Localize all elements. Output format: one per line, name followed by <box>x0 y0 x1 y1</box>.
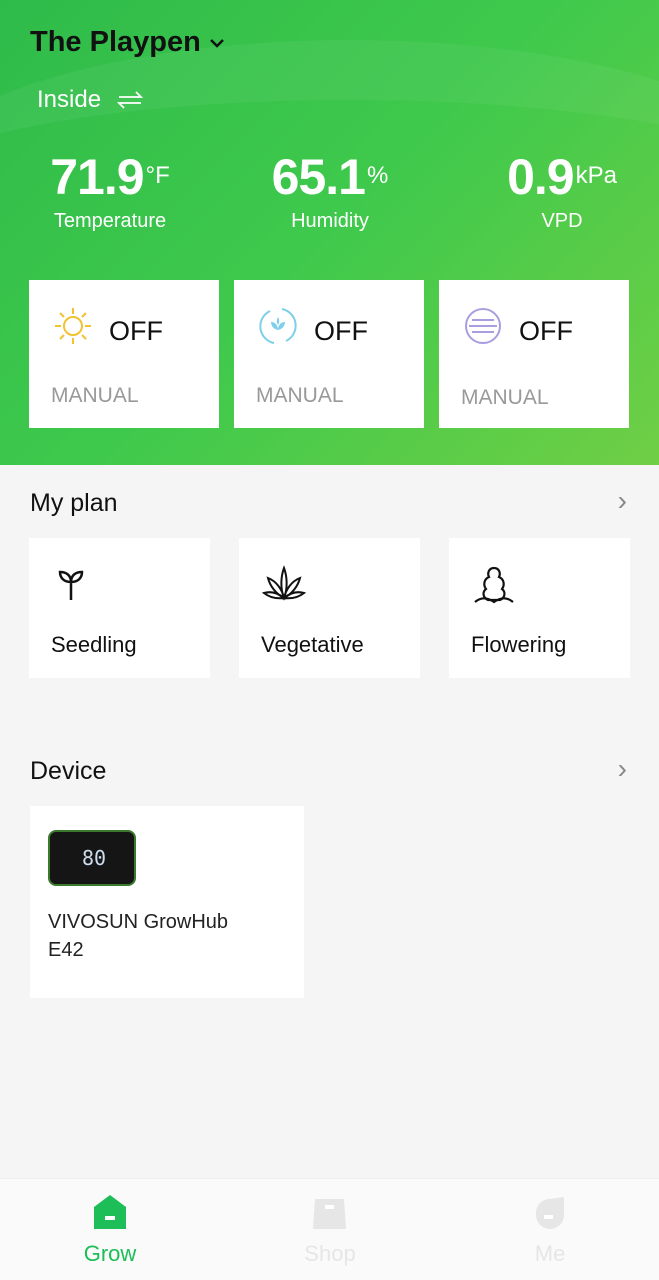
location-label: Inside <box>37 86 102 113</box>
device-section-title: Device <box>30 757 107 785</box>
my-plan-title: My plan <box>30 489 118 517</box>
greenhouse-icon <box>94 1195 126 1229</box>
chevron-down-icon <box>209 38 224 48</box>
plan-label: Seedling <box>51 632 137 657</box>
nav-label: Grow <box>83 1241 137 1266</box>
space-selector[interactable]: The Playpen <box>30 26 225 59</box>
bottom-nav: Grow Shop Me <box>0 1178 659 1280</box>
swap-arrows-icon <box>117 91 144 109</box>
vpd-unit: kPa <box>575 162 617 189</box>
fan-mode: MANUAL <box>461 386 549 409</box>
my-plan-chevron-right-icon[interactable]: › <box>618 485 627 517</box>
plan-label: Flowering <box>471 632 567 657</box>
cannabis-leaf-icon <box>261 565 307 601</box>
nav-grow[interactable]: Grow <box>50 1179 170 1279</box>
space-title: The Playpen <box>30 26 201 58</box>
environment-header: The Playpen Inside 71.9°F Temperature 65.… <box>0 0 659 465</box>
humidity-unit: % <box>366 162 389 189</box>
metric-vpd: 0.9kPa VPD <box>452 148 659 233</box>
circulation-mode: MANUAL <box>256 384 344 407</box>
leaf-drop-icon <box>535 1197 564 1229</box>
device-chevron-right-icon[interactable]: › <box>618 753 627 785</box>
nav-label: Shop <box>304 1241 356 1266</box>
light-state: OFF <box>109 316 163 346</box>
temperature-value: 71.9 <box>50 149 144 205</box>
device-image: 80 <box>48 830 136 886</box>
nav-me[interactable]: Me <box>490 1179 610 1279</box>
temperature-unit: °F <box>145 162 170 189</box>
fan-state: OFF <box>519 316 573 346</box>
light-mode: MANUAL <box>51 384 139 407</box>
vpd-value: 0.9 <box>507 149 575 205</box>
circulation-control-card[interactable]: OFF MANUAL <box>234 280 424 428</box>
circulation-state: OFF <box>314 316 368 346</box>
location-toggle[interactable]: Inside <box>37 86 144 114</box>
device-card[interactable]: 80 VIVOSUN GrowHub E42 <box>30 806 304 998</box>
metric-temperature: 71.9°F Temperature <box>0 148 220 233</box>
plan-flowering[interactable]: Flowering <box>449 538 630 678</box>
plan-label: Vegetative <box>261 632 364 657</box>
temperature-label: Temperature <box>53 210 167 232</box>
humidity-value: 65.1 <box>271 149 366 205</box>
seedling-icon <box>58 570 84 600</box>
device-name: VIVOSUN GrowHub E42 <box>48 911 229 961</box>
nav-shop[interactable]: Shop <box>270 1179 390 1279</box>
nav-label: Me <box>534 1241 566 1266</box>
device-screen-value: 80 <box>82 846 107 870</box>
fan-control-card[interactable]: OFF MANUAL <box>439 280 629 428</box>
shopping-bag-icon <box>313 1199 346 1229</box>
sun-icon <box>55 308 91 344</box>
plan-vegetative[interactable]: Vegetative <box>239 538 420 678</box>
vpd-label: VPD <box>541 210 583 232</box>
flower-bud-icon <box>474 566 514 604</box>
plant-cycle-icon <box>259 308 297 344</box>
humidity-label: Humidity <box>291 210 369 232</box>
metric-humidity: 65.1% Humidity <box>220 148 440 233</box>
fan-lines-icon <box>465 308 501 344</box>
plan-seedling[interactable]: Seedling <box>29 538 210 678</box>
light-control-card[interactable]: OFF MANUAL <box>29 280 219 428</box>
